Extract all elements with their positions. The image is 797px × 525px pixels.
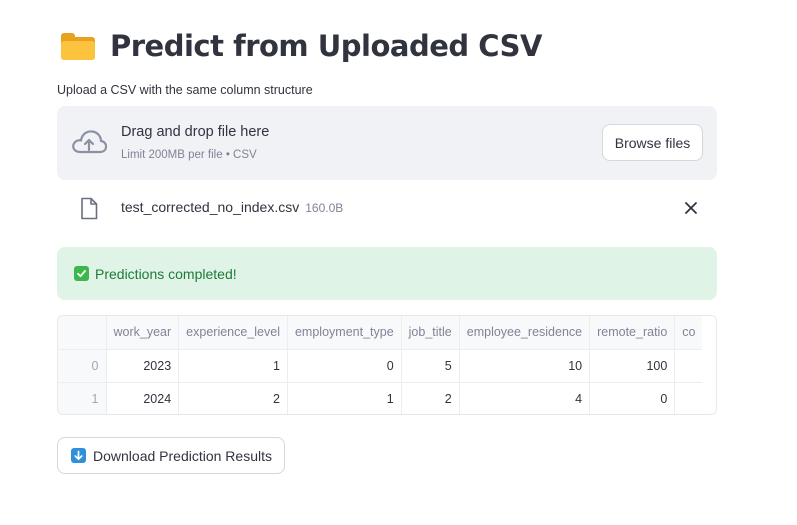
table-row: 1 2024 2 1 2 4 0 (58, 382, 704, 414)
dropzone-limit: Limit 200MB per file • CSV (121, 149, 257, 161)
file-size: 160.0B (305, 201, 344, 215)
table-cell[interactable]: 4 (459, 382, 591, 414)
close-icon[interactable] (684, 201, 698, 215)
table-cell[interactable]: 2024 (106, 382, 180, 414)
column-header[interactable]: employee_residence (459, 316, 591, 350)
check-icon (74, 266, 89, 281)
column-header (58, 316, 107, 350)
folder-icon (60, 31, 96, 61)
table-cell[interactable]: 1 (287, 382, 402, 414)
column-header[interactable]: experience_level (178, 316, 288, 350)
table-cell[interactable]: 0 (287, 349, 402, 383)
down-arrow-icon (71, 448, 86, 463)
page-title: Predict from Uploaded CSV (110, 29, 542, 63)
table-row: 0 2023 1 0 5 10 100 (58, 349, 704, 383)
file-name-text: test_corrected_no_index.csv (121, 199, 300, 215)
download-results-button[interactable]: Download Prediction Results (57, 437, 285, 474)
download-label: Download Prediction Results (93, 447, 272, 464)
column-header[interactable]: work_year (106, 316, 180, 350)
success-message: Predictions completed! (95, 265, 237, 282)
table-cell[interactable]: 100 (589, 349, 676, 383)
column-header[interactable]: remote_ratio (589, 316, 676, 350)
table-scroll-edge (702, 316, 716, 414)
table-cell[interactable]: 2 (401, 382, 460, 414)
table-cell[interactable]: 5 (401, 349, 460, 383)
upload-label: Upload a CSV with the same column struct… (57, 83, 313, 97)
row-index: 0 (58, 349, 107, 383)
column-header[interactable]: job_title (401, 316, 460, 350)
predictions-table[interactable]: work_year experience_level employment_ty… (57, 315, 717, 415)
table-cell[interactable] (674, 382, 704, 414)
uploaded-file-row: test_corrected_no_index.csv 160.0B (57, 190, 717, 226)
row-index: 1 (58, 382, 107, 414)
browse-files-button[interactable]: Browse files (602, 124, 703, 161)
page-header: Predict from Uploaded CSV (60, 24, 542, 68)
table-cell[interactable]: 2023 (106, 349, 180, 383)
column-header[interactable]: employment_type (287, 316, 402, 350)
file-icon (81, 197, 98, 220)
table-cell[interactable]: 2 (178, 382, 288, 414)
column-header[interactable]: co (674, 316, 704, 350)
file-dropzone[interactable]: Drag and drop file here Limit 200MB per … (57, 106, 717, 180)
table-cell[interactable] (674, 349, 704, 383)
success-alert: Predictions completed! (57, 247, 717, 300)
dropzone-title: Drag and drop file here (121, 124, 270, 140)
uploaded-file-name: test_corrected_no_index.csv 160.0B (121, 199, 343, 215)
table-cell[interactable]: 1 (178, 349, 288, 383)
table-cell[interactable]: 10 (459, 349, 591, 383)
table-header-row: work_year experience_level employment_ty… (58, 316, 704, 350)
table-cell[interactable]: 0 (589, 382, 676, 414)
cloud-upload-icon (72, 130, 107, 154)
